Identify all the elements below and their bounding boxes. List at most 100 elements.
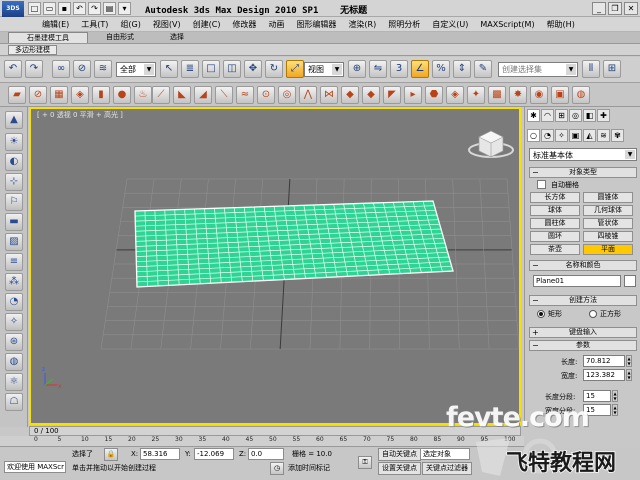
systems-icon[interactable]: ▬	[5, 213, 23, 231]
x-coordinate-field[interactable]: 58.316	[140, 448, 180, 460]
polygon-modeling-tab[interactable]: 多边形建模	[8, 45, 57, 55]
utilities-tab-icon[interactable]: ✚	[597, 109, 610, 122]
patch-grids-icon[interactable]: ◔	[5, 293, 23, 311]
lighting-analysis-icon[interactable]: ✸	[509, 86, 527, 104]
link-icon[interactable]: ∞	[52, 60, 70, 78]
systems-category-icon[interactable]: ✾	[611, 129, 624, 142]
render-setup-icon[interactable]: ◤	[383, 86, 401, 104]
object-type-button[interactable]: 几何球体	[583, 205, 633, 216]
object-type-button[interactable]: 圆锥体	[583, 192, 633, 203]
viewcube[interactable]	[468, 130, 514, 158]
key-filters-button[interactable]: 关键点过滤器	[422, 462, 472, 475]
angle-snap-icon[interactable]: ∠	[411, 60, 429, 78]
square-radio[interactable]	[589, 310, 597, 318]
maxscript-listener[interactable]: 欢迎使用 MAXScr	[4, 461, 66, 473]
display-tab-icon[interactable]: ◧	[583, 109, 596, 122]
connect-icon[interactable]: ⊙	[257, 86, 275, 104]
object-type-button[interactable]: 茶壶	[530, 244, 580, 255]
save-icon[interactable]: ▪	[58, 2, 71, 15]
menu-item[interactable]: 工具(T)	[75, 19, 114, 30]
minimize-icon[interactable]: _	[592, 2, 606, 15]
length-segs-spinner[interactable]: ▲ ▼	[612, 390, 618, 402]
add-time-tag[interactable]: 添加时间标记	[288, 462, 330, 474]
object-type-button[interactable]: 长方体	[530, 192, 580, 203]
tab-graphite-modeling[interactable]: 石墨建模工具	[8, 32, 88, 43]
select-scale-icon[interactable]: ⤢	[286, 60, 304, 78]
selection-filter-dropdown[interactable]: 全部 ▼	[116, 62, 156, 77]
object-type-button[interactable]: 四棱锥	[583, 231, 633, 242]
perspective-viewport[interactable]: x z [ + 0 透视 0 平滑 + 高光 ]	[29, 107, 521, 425]
geometry-icon[interactable]: ○	[527, 129, 540, 142]
object-type-button[interactable]: 管状体	[583, 218, 633, 229]
menu-item[interactable]: MAXScript(M)	[474, 20, 540, 29]
select-object-icon[interactable]: ↖	[160, 60, 178, 78]
selected-object-dropdown[interactable]: 选定对象	[420, 448, 470, 460]
batch-render-icon[interactable]: ▣	[551, 86, 569, 104]
spacewarps-category-icon[interactable]: ≋	[597, 129, 610, 142]
menu-item[interactable]: 视图(V)	[147, 19, 187, 30]
helpers-category-icon[interactable]: ◭	[583, 129, 596, 142]
create-shapes-icon[interactable]: ▲	[5, 111, 23, 129]
nurbs-icon[interactable]: ✧	[5, 313, 23, 331]
polygon-modeling-icon[interactable]: ▰	[8, 86, 26, 104]
menu-item[interactable]: 自定义(U)	[426, 19, 474, 30]
menu-item[interactable]: 修改器	[226, 19, 262, 30]
spinner-snap-icon[interactable]: ⇕	[453, 60, 471, 78]
mirror-icon[interactable]: ⇋	[369, 60, 387, 78]
menu-item[interactable]: 组(G)	[114, 19, 146, 30]
keyboard-entry-rollout[interactable]: + 键盘输入	[529, 327, 637, 338]
compound-objects-icon[interactable]: ≡	[5, 253, 23, 271]
name-color-rollout[interactable]: − 名称和颜色	[529, 260, 637, 271]
extended-primitives-icon[interactable]: ▨	[5, 233, 23, 251]
sphere-icon[interactable]: ●	[113, 86, 131, 104]
reference-coordinate-dropdown[interactable]: 视图 ▼	[304, 62, 344, 77]
align-icon[interactable]: ⊞	[603, 60, 621, 78]
plane-object[interactable]	[134, 200, 454, 288]
select-rotate-icon[interactable]: ↻	[265, 60, 283, 78]
bind-space-warp-icon[interactable]: ≋	[94, 60, 112, 78]
menu-item[interactable]: 创建(C)	[187, 19, 227, 30]
object-type-button[interactable]: 圆环	[530, 231, 580, 242]
tab-freeform[interactable]: 自由形式	[88, 32, 152, 43]
named-selection-dropdown[interactable]: 创建选择集 ▼	[498, 62, 578, 77]
inset-icon[interactable]: ⟍	[215, 86, 233, 104]
render-iterative-icon[interactable]: ◈	[446, 86, 464, 104]
render-frame-icon[interactable]: ▸	[404, 86, 422, 104]
length-spinner[interactable]: ▲ ▼	[626, 355, 632, 367]
menu-item[interactable]: 图形编辑器	[290, 19, 342, 30]
width-field[interactable]: 123.382	[583, 369, 625, 381]
auto-key-button[interactable]: 自动关键点	[378, 448, 421, 461]
aec-objects-icon[interactable]: ☖	[5, 393, 23, 411]
environment-icon[interactable]: ✦	[467, 86, 485, 104]
cube-icon[interactable]: ◈	[71, 86, 89, 104]
window-crossing-icon[interactable]: ◫	[223, 60, 241, 78]
object-type-button[interactable]: 平面	[583, 244, 633, 255]
cameras-icon[interactable]: ◐	[5, 153, 23, 171]
redo-icon[interactable]: ↷	[25, 60, 43, 78]
length-field[interactable]: 70.812	[583, 355, 625, 367]
daylight-icon[interactable]: ▩	[488, 86, 506, 104]
y-coordinate-field[interactable]: -12.069	[194, 448, 234, 460]
autogrid-checkbox[interactable]	[537, 180, 546, 189]
chamfer-icon[interactable]: ◢	[194, 86, 212, 104]
cylinder-icon[interactable]: ▮	[92, 86, 110, 104]
object-type-button[interactable]: 球体	[530, 205, 580, 216]
rectangular-region-icon[interactable]: □	[202, 60, 220, 78]
render-window-icon[interactable]: ◍	[572, 86, 590, 104]
menu-item[interactable]: 编辑(E)	[36, 19, 75, 30]
new-file-icon[interactable]: □	[28, 2, 41, 15]
create-tab-icon[interactable]: ✱	[527, 109, 540, 122]
width-segs-spinner[interactable]: ▲ ▼	[612, 404, 618, 416]
extrude-icon[interactable]: ⟋	[152, 86, 170, 104]
close-icon[interactable]: ✕	[624, 2, 638, 15]
app-logo[interactable]: 3DS	[2, 1, 24, 17]
select-by-name-icon[interactable]: ≣	[181, 60, 199, 78]
modify-tab-icon[interactable]: ◠	[541, 109, 554, 122]
set-key-button[interactable]: 设置关键点	[378, 462, 421, 475]
category-dropdown[interactable]: 标准基本体 ▼	[529, 148, 637, 161]
cameras-category-icon[interactable]: ▣	[569, 129, 582, 142]
edit-named-selection-icon[interactable]: ✎	[474, 60, 492, 78]
redo-icon[interactable]: ↷	[88, 2, 101, 15]
menu-item[interactable]: 照明分析	[382, 19, 426, 30]
select-move-icon[interactable]: ✥	[244, 60, 262, 78]
